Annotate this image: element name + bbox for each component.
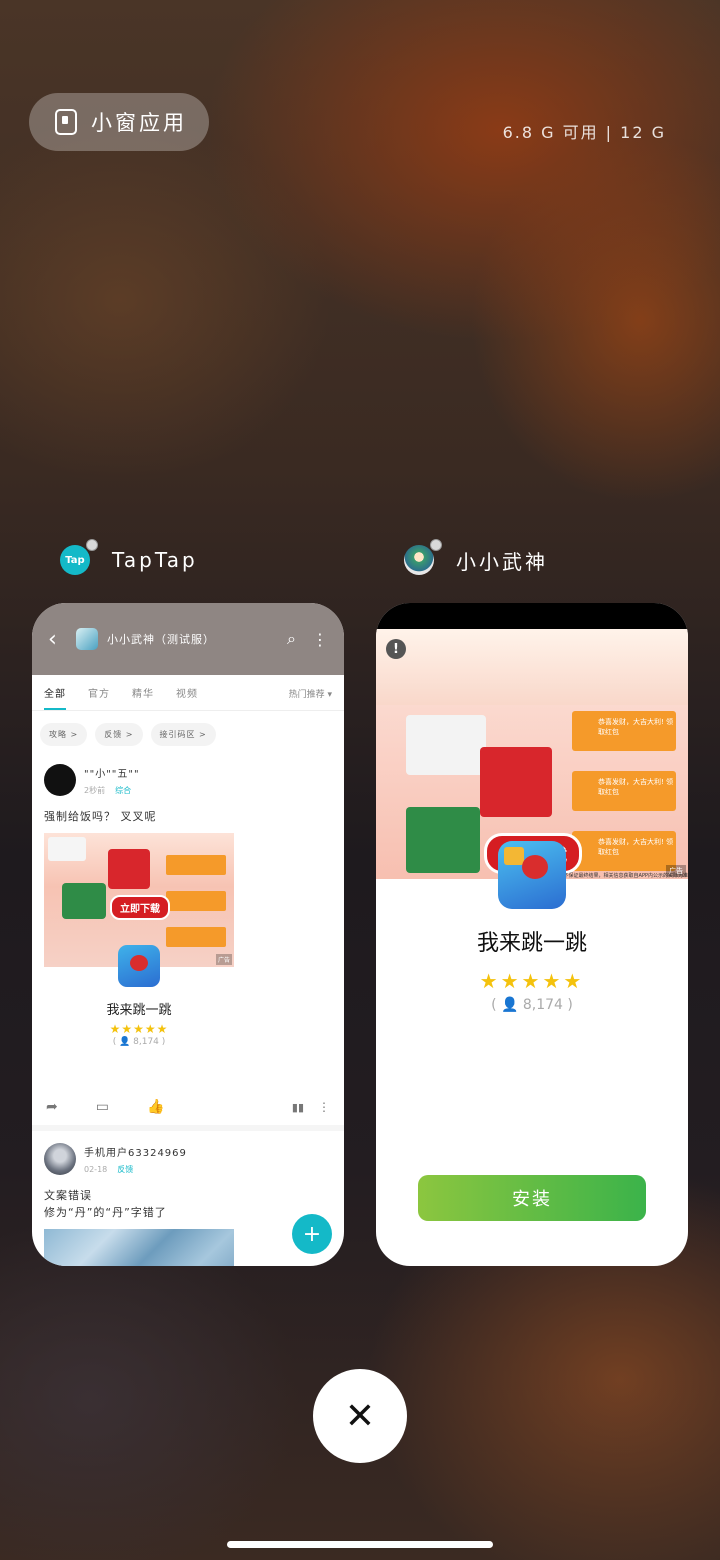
install-button[interactable]: 安装 bbox=[418, 1175, 646, 1221]
floating-window-icon bbox=[55, 109, 77, 135]
warning-icon[interactable]: ! bbox=[386, 639, 406, 659]
category-chips: 攻略 > 反馈 > 接引码区 > bbox=[32, 711, 344, 746]
ad-label: 广告 bbox=[215, 954, 232, 965]
rating-count: ( 👤 8,174 ) bbox=[112, 1037, 166, 1047]
more-icon[interactable]: ⋮ bbox=[312, 630, 328, 649]
lock-badge-icon bbox=[430, 539, 442, 551]
divider bbox=[32, 1125, 344, 1131]
post-time: 02-18 bbox=[84, 1164, 108, 1174]
app-name-taptap: TapTap bbox=[112, 548, 198, 572]
green-box-illustration bbox=[62, 883, 106, 919]
star-rating: ★★★★★ bbox=[109, 1022, 169, 1036]
post-tag[interactable]: 综合 bbox=[115, 786, 131, 795]
red-box-illustration bbox=[108, 849, 150, 889]
avatar[interactable] bbox=[44, 764, 76, 796]
post-actions: ➦ ▭ 👍 ▮▮ ⋮ bbox=[32, 1099, 344, 1115]
red-packet-card bbox=[166, 855, 226, 875]
chip-guide[interactable]: 攻略 > bbox=[40, 723, 88, 746]
new-post-button[interactable]: + bbox=[292, 1214, 332, 1254]
forum-tabs: 全部 官方 精华 视频 热门推荐 ▾ bbox=[32, 675, 344, 711]
post-username[interactable]: ""小""五"" bbox=[84, 765, 140, 780]
star-rating: ★★★★★ bbox=[479, 969, 585, 993]
recent-card-wushen[interactable]: ! 恭喜发财，大吉大利! 领取红包 恭喜发财，大吉大利! 领取红包 恭喜发财，大… bbox=[376, 603, 688, 1266]
red-packet-card bbox=[166, 891, 226, 911]
game-icon bbox=[118, 945, 160, 987]
app-name-wushen: 小小武神 bbox=[456, 549, 548, 574]
building-illustration bbox=[406, 715, 486, 775]
app-header-taptap[interactable]: Tap TapTap bbox=[60, 539, 198, 575]
avatar[interactable] bbox=[44, 1143, 76, 1175]
post-image[interactable] bbox=[44, 1229, 234, 1266]
red-packet-card bbox=[166, 927, 226, 947]
game-icon bbox=[498, 841, 566, 909]
lock-badge-icon bbox=[86, 539, 98, 551]
download-now-button[interactable]: 立即下载 bbox=[110, 895, 170, 920]
tab-all[interactable]: 全部 bbox=[44, 685, 66, 710]
ad-game-name: 我来跳一跳 bbox=[476, 931, 587, 956]
post-time: 2秒前 bbox=[84, 785, 106, 795]
ad-game-name: 我来跳一跳 bbox=[106, 1003, 172, 1018]
ad-card[interactable]: 立即下载 广告 我来跳一跳 ★★★★★ ( 👤 8,174 ) bbox=[44, 833, 234, 1047]
red-packet-card: 恭喜发财，大吉大利! 领取红包 bbox=[572, 711, 676, 751]
like-icon[interactable]: 👍 bbox=[147, 1099, 164, 1115]
tab-video[interactable]: 视频 bbox=[176, 685, 198, 710]
post-text-line: 文案错误 bbox=[44, 1189, 92, 1202]
recent-card-taptap[interactable]: ‹ 小小武神（测试服） ⌕ ⋮ 全部 官方 精华 视频 热门推荐 ▾ 攻略 > … bbox=[32, 603, 344, 1266]
stats-icon[interactable]: ▮▮ bbox=[292, 1101, 304, 1114]
wushen-app-icon bbox=[404, 539, 442, 575]
tab-official[interactable]: 官方 bbox=[88, 685, 110, 710]
clear-all-button[interactable]: ✕ bbox=[313, 1369, 407, 1463]
share-icon[interactable]: ➦ bbox=[46, 1099, 58, 1115]
green-box-illustration bbox=[406, 807, 480, 873]
post-item[interactable]: ""小""五"" 2秒前 综合 强制给饭吗？ 叉叉呢 立即下载 广告 我来跳一跳 … bbox=[32, 764, 344, 1047]
chip-invite-code[interactable]: 接引码区 > bbox=[150, 723, 216, 746]
comment-icon[interactable]: ▭ bbox=[96, 1099, 109, 1115]
taptap-toolbar: ‹ 小小武神（测试服） ⌕ ⋮ bbox=[32, 603, 344, 675]
post-text-line: 修为“丹”的“丹”字错了 bbox=[44, 1206, 167, 1219]
building-illustration bbox=[48, 837, 86, 861]
red-box-illustration bbox=[480, 747, 552, 817]
floating-window-label: 小窗应用 bbox=[91, 111, 187, 135]
red-packet-card: 恭喜发财，大吉大利! 领取红包 bbox=[572, 771, 676, 811]
search-icon[interactable]: ⌕ bbox=[287, 629, 296, 649]
post-username[interactable]: 手机用户63324969 bbox=[84, 1144, 187, 1159]
back-icon[interactable]: ‹ bbox=[48, 627, 70, 652]
red-packet-card: 恭喜发财，大吉大利! 领取红包 bbox=[572, 831, 676, 871]
taptap-app-icon: Tap bbox=[60, 539, 98, 575]
more-options-icon[interactable]: ⋮ bbox=[318, 1100, 330, 1114]
sort-dropdown[interactable]: 热门推荐 ▾ bbox=[289, 687, 332, 710]
ad-label: 广告 bbox=[666, 865, 686, 877]
tab-featured[interactable]: 精华 bbox=[132, 685, 154, 710]
game-thumbnail bbox=[76, 628, 98, 650]
post-text: 文案错误 修为“丹”的“丹”字错了 bbox=[44, 1187, 332, 1221]
chip-feedback[interactable]: 反馈 > bbox=[95, 723, 143, 746]
floating-window-button[interactable]: 小窗应用 bbox=[29, 93, 209, 151]
post-text: 强制给饭吗？ 叉叉呢 bbox=[44, 810, 157, 823]
post-tag[interactable]: 反馈 bbox=[117, 1165, 133, 1174]
app-header-wushen[interactable]: 小小武神 bbox=[404, 539, 548, 575]
memory-status: 6.8 G 可用 | 12 G bbox=[502, 123, 666, 142]
home-indicator[interactable] bbox=[227, 1541, 493, 1548]
forum-title: 小小武神（测试服） bbox=[107, 633, 215, 646]
status-bar-area bbox=[376, 603, 688, 629]
rating-count: ( 👤 8,174 ) bbox=[491, 997, 573, 1013]
